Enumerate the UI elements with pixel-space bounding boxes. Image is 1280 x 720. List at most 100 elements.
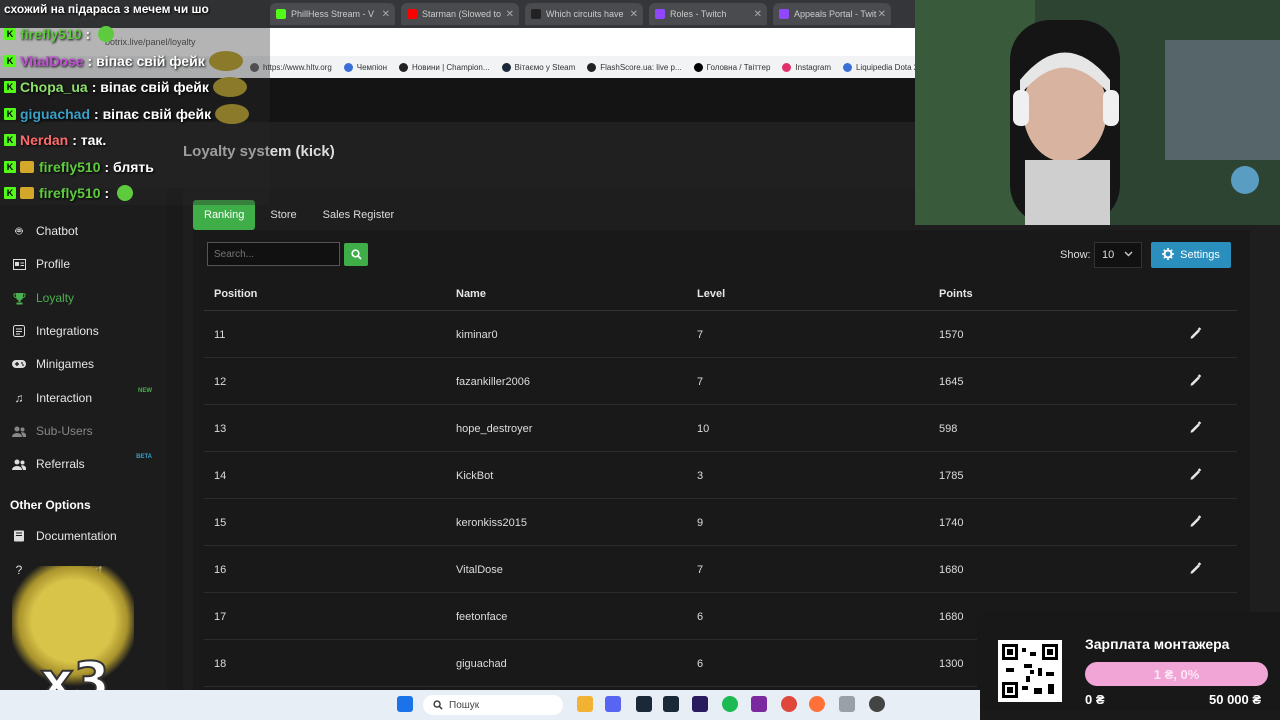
donation-min-label: 0 ₴ bbox=[1085, 692, 1105, 707]
chrome-icon[interactable] bbox=[781, 696, 797, 712]
edit-pencil-icon[interactable] bbox=[1189, 421, 1203, 435]
chat-username[interactable]: firefly510 bbox=[39, 159, 100, 175]
edit-pencil-icon[interactable] bbox=[1189, 562, 1203, 576]
chat-username[interactable]: Nerdan bbox=[20, 132, 68, 148]
edit-pencil-icon[interactable] bbox=[1189, 468, 1203, 482]
cell-position: 14 bbox=[214, 470, 227, 482]
column-header-points[interactable]: Points bbox=[939, 288, 973, 300]
search-input[interactable] bbox=[207, 242, 340, 266]
sidebar-item-loyalty[interactable]: Loyalty bbox=[12, 286, 162, 310]
chat-username[interactable]: VitalDose bbox=[20, 53, 84, 69]
bookmark[interactable]: Liquipedia Dota 2... bbox=[842, 62, 915, 72]
close-icon[interactable]: ✕ bbox=[382, 9, 390, 20]
table-row: 11 kiminar0 7 1570 bbox=[204, 311, 1237, 358]
users-icon bbox=[12, 457, 26, 471]
chat-username[interactable]: giguachad bbox=[20, 106, 90, 122]
taskbar-search[interactable]: Пошук bbox=[423, 695, 563, 715]
smile-emote-icon bbox=[98, 26, 115, 42]
site-icon bbox=[343, 62, 353, 72]
chat-username[interactable]: firefly510 bbox=[20, 26, 81, 42]
show-entries-select[interactable]: 10 bbox=[1094, 242, 1142, 268]
search-button[interactable] bbox=[344, 243, 368, 266]
sidebar-item-label: Loyalty bbox=[36, 291, 75, 305]
sidebar-item-sub-users[interactable]: Sub-Users bbox=[12, 419, 162, 443]
bookmark-label: Instagram bbox=[795, 62, 831, 72]
column-header-name[interactable]: Name bbox=[456, 288, 486, 300]
premiere-icon[interactable] bbox=[692, 696, 708, 712]
column-header-level[interactable]: Level bbox=[697, 288, 725, 300]
edit-pencil-icon[interactable] bbox=[1189, 374, 1203, 388]
sidebar-item-minigames[interactable]: Minigames bbox=[12, 352, 162, 376]
browser-tab[interactable]: Which circuits have ✕ bbox=[525, 3, 643, 25]
close-icon[interactable]: ✕ bbox=[878, 9, 886, 20]
spotify-icon[interactable] bbox=[722, 696, 738, 712]
bookmark-label: FlashScore.ua: live p... bbox=[600, 62, 682, 72]
kick-badge-icon: K bbox=[4, 134, 16, 146]
frog-emote-icon bbox=[208, 51, 243, 71]
sidebar-item-documentation[interactable]: Documentation bbox=[12, 524, 162, 548]
chat-username[interactable]: firefly510 bbox=[39, 185, 100, 201]
chat-message-text: : блять bbox=[104, 159, 154, 175]
steam-icon[interactable] bbox=[663, 696, 679, 712]
sidebar-item-profile[interactable]: Profile bbox=[12, 252, 162, 276]
chat-message: K VitalDose: віпає свій фейк bbox=[4, 50, 243, 72]
site-icon bbox=[842, 62, 852, 72]
cell-position: 17 bbox=[214, 611, 227, 623]
sidebar-item-interaction[interactable]: ♫ Interaction NEW bbox=[12, 386, 162, 410]
smile-emote-icon bbox=[117, 185, 134, 201]
cell-position: 16 bbox=[214, 564, 227, 576]
steam-icon[interactable] bbox=[636, 696, 652, 712]
column-header-position[interactable]: Position bbox=[214, 288, 257, 300]
file-explorer-icon[interactable] bbox=[577, 696, 593, 712]
cell-points: 1680 bbox=[939, 564, 964, 576]
twitch-icon bbox=[779, 9, 789, 19]
firefox-icon[interactable] bbox=[809, 696, 825, 712]
search-icon bbox=[350, 249, 362, 260]
close-icon[interactable]: ✕ bbox=[754, 9, 762, 20]
chat-message-text: : bbox=[85, 26, 91, 42]
cell-points: 1570 bbox=[939, 329, 964, 341]
edit-pencil-icon[interactable] bbox=[1189, 515, 1203, 529]
chat-message-text: : так. bbox=[72, 132, 107, 148]
bookmark[interactable]: Вітаємо у Steam bbox=[501, 62, 575, 72]
windows-start-icon[interactable] bbox=[397, 696, 413, 712]
cell-position: 13 bbox=[214, 423, 227, 435]
tab-sales-register[interactable]: Sales Register bbox=[312, 200, 406, 230]
cell-position: 15 bbox=[214, 517, 227, 529]
close-icon[interactable]: ✕ bbox=[506, 9, 514, 20]
cell-level: 10 bbox=[697, 423, 710, 435]
app-icon[interactable] bbox=[751, 696, 767, 712]
cell-position: 11 bbox=[214, 329, 226, 341]
bookmark-label: Чемпіон bbox=[356, 62, 388, 72]
bookmark-label: Головна / Твіттер bbox=[706, 62, 771, 72]
discord-icon[interactable] bbox=[605, 696, 621, 712]
cell-level: 6 bbox=[697, 611, 704, 623]
chat-message: Kfirefly510 : bbox=[4, 182, 134, 204]
edit-pencil-icon[interactable] bbox=[1189, 327, 1203, 341]
chat-username[interactable]: Chopa_ua bbox=[20, 79, 88, 95]
snipping-tool-icon[interactable] bbox=[839, 696, 855, 712]
browser-tab[interactable]: Roles - Twitch ✕ bbox=[649, 3, 767, 25]
browser-tab[interactable]: Starman (Slowed to ✕ bbox=[401, 3, 519, 25]
obs-icon[interactable] bbox=[869, 696, 885, 712]
browser-tab[interactable]: PhillHess Stream - V ✕ bbox=[270, 3, 395, 25]
kick-badge-icon: K bbox=[4, 187, 16, 199]
close-icon[interactable]: ✕ bbox=[630, 9, 638, 20]
chat-message: K Chopa_ua: віпає свій фейк bbox=[4, 76, 247, 98]
bookmark-label: Новини | Champion... bbox=[412, 62, 490, 72]
site-icon bbox=[399, 62, 409, 72]
sidebar-item-referrals[interactable]: Referrals BETA bbox=[12, 452, 162, 476]
cell-points: 1740 bbox=[939, 517, 964, 529]
bookmark[interactable]: Новини | Champion... bbox=[399, 62, 490, 72]
sidebar-item-chatbot[interactable]: 🤖︎ Chatbot bbox=[12, 219, 162, 243]
settings-button[interactable]: Settings bbox=[1151, 242, 1231, 268]
bookmark[interactable]: FlashScore.ua: live p... bbox=[587, 62, 682, 72]
bookmark[interactable]: Чемпіон bbox=[343, 62, 388, 72]
browser-tab[interactable]: Appeals Portal - Twit ✕ bbox=[773, 3, 891, 25]
kick-icon bbox=[276, 9, 286, 19]
bookmark[interactable]: Instagram bbox=[782, 62, 831, 72]
chat-message-text: : bbox=[104, 185, 110, 201]
bookmark-label: https://www.hltv.org bbox=[263, 62, 332, 72]
sidebar-item-integrations[interactable]: Integrations bbox=[12, 319, 162, 343]
bookmark[interactable]: Головна / Твіттер bbox=[693, 62, 771, 72]
